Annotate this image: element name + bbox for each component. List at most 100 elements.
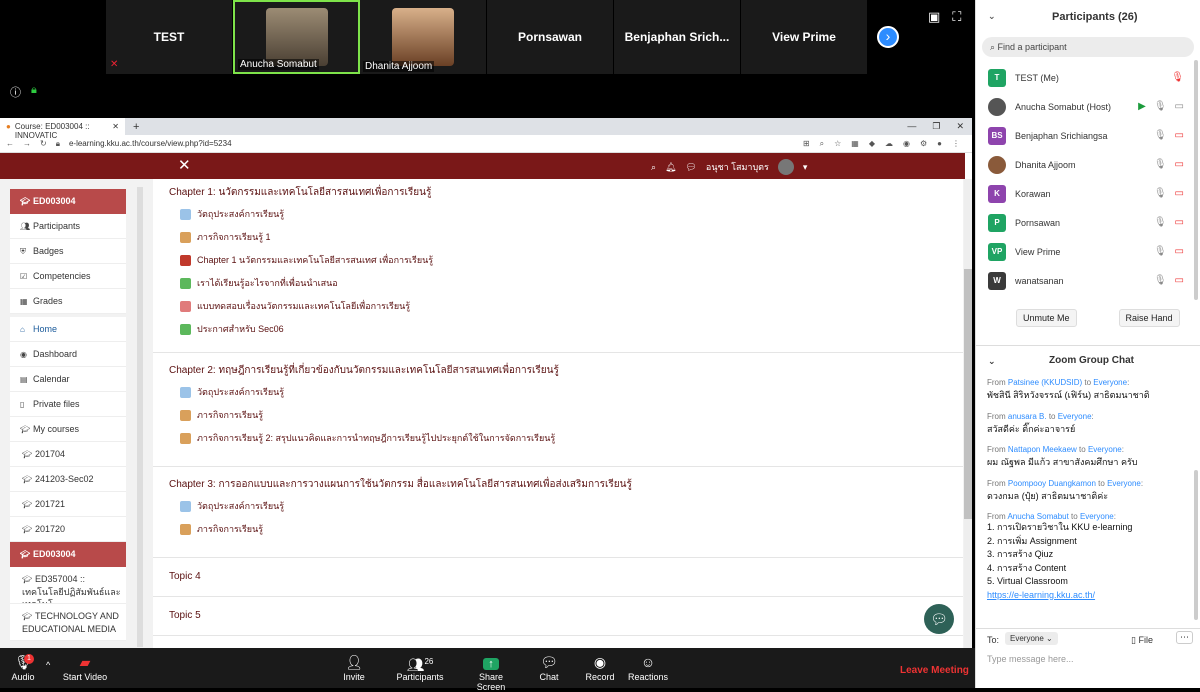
- scrollbar-thumb[interactable]: [964, 269, 972, 519]
- video-tile-test[interactable]: TEST ✕: [106, 0, 233, 74]
- activity-item[interactable]: ภารกิจการเรียนรู้: [169, 404, 947, 427]
- activity-item[interactable]: วัตถุประสงค์การเรียนรู้: [169, 495, 947, 518]
- video-tile-benjaphan[interactable]: Benjaphan Srich...: [614, 0, 741, 74]
- audio-options-chevron-icon[interactable]: ^: [46, 660, 50, 670]
- activity-item[interactable]: ภารกิจการเรียนรู้ 2: สรุปแนวคิดและการนำท…: [169, 427, 947, 450]
- nav-scrollbar[interactable]: [137, 187, 143, 647]
- page-scrollbar[interactable]: [964, 179, 972, 648]
- user-avatar[interactable]: [777, 159, 794, 175]
- nav-course-ed357004[interactable]: 🎓︎ ED357004 :: เทคโนโลยีปฏิสัมพันธ์และเทค…: [10, 567, 126, 604]
- nav-calendar[interactable]: ▤ Calendar: [10, 367, 126, 392]
- recipient-name[interactable]: Everyone: [1088, 445, 1122, 454]
- chat-bubble-icon[interactable]: 💬︎: [924, 604, 954, 634]
- recipient-name[interactable]: Everyone: [1080, 512, 1114, 521]
- sender-name[interactable]: anusara B.: [1008, 412, 1047, 421]
- participant-row[interactable]: Anucha Somabut (Host) ▶ 🎙︎ ▭: [976, 92, 1200, 121]
- record-button[interactable]: ◉ Record: [585, 652, 615, 682]
- nav-dashboard[interactable]: ◉ Dashboard: [10, 342, 126, 367]
- video-tile-anucha[interactable]: Anucha Somabut: [233, 0, 360, 74]
- sender-name[interactable]: Nattapon Meekaew: [1008, 445, 1077, 454]
- share-screen-button[interactable]: ↑ Share Screen: [464, 652, 518, 692]
- nav-home[interactable]: ⌂ Home: [10, 317, 126, 342]
- chat-scrollbar[interactable]: [1194, 470, 1198, 620]
- nav-course-header[interactable]: 🎓︎ ED003004: [10, 189, 126, 214]
- section-title[interactable]: Chapter 1: นวัตกรรมและเทคโนโลยีสารสนเทศเ…: [169, 179, 947, 200]
- extension-icon[interactable]: ☁: [885, 139, 893, 149]
- minimize-icon[interactable]: —: [907, 121, 916, 132]
- new-tab-icon[interactable]: +: [133, 121, 139, 133]
- more-options-icon[interactable]: ⋯: [1176, 631, 1193, 644]
- participant-row[interactable]: K Korawan 🎙︎ ▭: [976, 179, 1200, 208]
- next-page-arrow-icon[interactable]: ›: [877, 26, 899, 48]
- close-tab-icon[interactable]: ✕: [112, 122, 119, 131]
- menu-dots-icon[interactable]: ⋮: [952, 139, 960, 149]
- translate-icon[interactable]: ⊞: [803, 139, 810, 149]
- star-icon[interactable]: ☆: [834, 139, 841, 149]
- nav-course-201720[interactable]: 🎓︎ 201720: [10, 517, 126, 542]
- reload-icon[interactable]: ↻: [40, 139, 47, 148]
- raise-hand-button[interactable]: Raise Hand: [1118, 309, 1180, 327]
- participant-row[interactable]: T TEST (Me) 🎙︎: [976, 63, 1200, 92]
- video-tile-dhanita[interactable]: Dhanita Ajjoom: [360, 0, 487, 74]
- sender-name[interactable]: Patsinee (KKUDSID): [1008, 378, 1082, 387]
- forward-icon[interactable]: →: [23, 139, 31, 148]
- reactions-button[interactable]: ☺ Reactions: [628, 652, 668, 682]
- video-tile-view-prime[interactable]: View Prime: [741, 0, 868, 74]
- nav-private-files[interactable]: ▯ Private files: [10, 392, 126, 417]
- activity-item[interactable]: ภารกิจการเรียนรู้: [169, 518, 947, 541]
- unmute-me-button[interactable]: Unmute Me: [1016, 309, 1077, 327]
- collapse-chevron-icon[interactable]: ⌄: [988, 356, 996, 367]
- recipient-name[interactable]: Everyone: [1093, 378, 1127, 387]
- extension-icon[interactable]: ⚙: [920, 139, 927, 149]
- activity-item[interactable]: วัตถุประสงค์การเรียนรู้: [169, 203, 947, 226]
- lock-icon[interactable]: 🔒︎: [31, 84, 37, 100]
- extension-icon[interactable]: ▦: [851, 139, 859, 149]
- nav-course-201721[interactable]: 🎓︎ 201721: [10, 492, 126, 517]
- start-video-button[interactable]: ▰ Start Video: [62, 652, 108, 682]
- url-field[interactable]: e-learning.kku.ac.th/course/view.php?id=…: [69, 139, 232, 148]
- activity-item[interactable]: Chapter 1 นวัตกรรมและเทคโนโลยีสารสนเทศ เ…: [169, 249, 947, 272]
- message-link[interactable]: https://e-learning.kku.ac.th/: [987, 589, 1192, 603]
- nav-course-201704[interactable]: 🎓︎ 201704: [10, 442, 126, 467]
- fullscreen-icon[interactable]: ⛶: [952, 9, 961, 25]
- section-title[interactable]: Chapter 3: การออกแบบและการวางแผนการใช้นว…: [169, 471, 947, 492]
- section-title[interactable]: Topic 4: [169, 558, 947, 596]
- nav-course-241203[interactable]: 🎓︎ 241203-Sec02: [10, 467, 126, 492]
- nav-active-course[interactable]: 🎓︎ ED003004: [10, 542, 126, 567]
- participant-row[interactable]: P Pornsawan 🎙︎ ▭: [976, 208, 1200, 237]
- nav-my-courses[interactable]: 🎓︎ My courses: [10, 417, 126, 442]
- invite-button[interactable]: 👤︎ Invite: [336, 652, 372, 682]
- section-title[interactable]: Chapter 2: ทฤษฎีการเรียนรู้ที่เกี่ยวข้อง…: [169, 357, 947, 378]
- file-button[interactable]: ▯ File: [1131, 635, 1153, 646]
- zoom-icon[interactable]: ⌕: [820, 139, 824, 149]
- search-icon[interactable]: ⌕: [651, 162, 656, 173]
- participants-scrollbar[interactable]: [1194, 60, 1198, 300]
- back-icon[interactable]: ←: [6, 139, 14, 148]
- chat-message-input[interactable]: Type message here...: [987, 654, 1074, 664]
- participant-row[interactable]: Wwanatsanan 🎙︎ ▭: [976, 266, 1200, 295]
- chat-button[interactable]: 💬︎ Chat: [536, 652, 562, 682]
- browser-tab[interactable]: ● Course: ED003004 :: INNOVATIC ✕: [0, 118, 125, 140]
- activity-item[interactable]: ภารกิจการเรียนรู้ 1: [169, 226, 947, 249]
- participant-row[interactable]: BS Benjaphan Srichiangsa 🎙︎ ▭: [976, 121, 1200, 150]
- recipient-name[interactable]: Everyone: [1058, 412, 1092, 421]
- profile-icon[interactable]: ●: [937, 139, 942, 149]
- activity-item[interactable]: ประกาศสำหรับ Sec06: [169, 318, 947, 341]
- user-menu-chevron-icon[interactable]: ▾: [803, 162, 808, 173]
- info-icon[interactable]: ⓘ: [10, 84, 21, 100]
- collapse-chevron-icon[interactable]: ⌄: [988, 11, 996, 22]
- messages-icon[interactable]: 💬︎: [685, 162, 696, 173]
- video-tile-pornsawan[interactable]: Pornsawan: [487, 0, 614, 74]
- sender-name[interactable]: Anucha Somabut: [1007, 512, 1068, 521]
- restore-icon[interactable]: ❐: [932, 121, 940, 132]
- nav-badges[interactable]: ⛨ Badges: [10, 239, 126, 264]
- participant-search-input[interactable]: ⌕ Find a participant: [982, 37, 1194, 57]
- participant-row[interactable]: VP View Prime 🎙︎ ▭: [976, 237, 1200, 266]
- recipient-name[interactable]: Everyone: [1107, 479, 1141, 488]
- close-window-icon[interactable]: ✕: [956, 121, 964, 132]
- participants-button[interactable]: 👥︎26 Participants: [394, 652, 446, 682]
- sender-name[interactable]: Poompooy Duangkamon: [1008, 479, 1096, 488]
- nav-competencies[interactable]: ☑ Competencies: [10, 264, 126, 289]
- recipient-select[interactable]: Everyone ⌄: [1005, 632, 1058, 645]
- section-title[interactable]: Topic 5: [169, 597, 947, 635]
